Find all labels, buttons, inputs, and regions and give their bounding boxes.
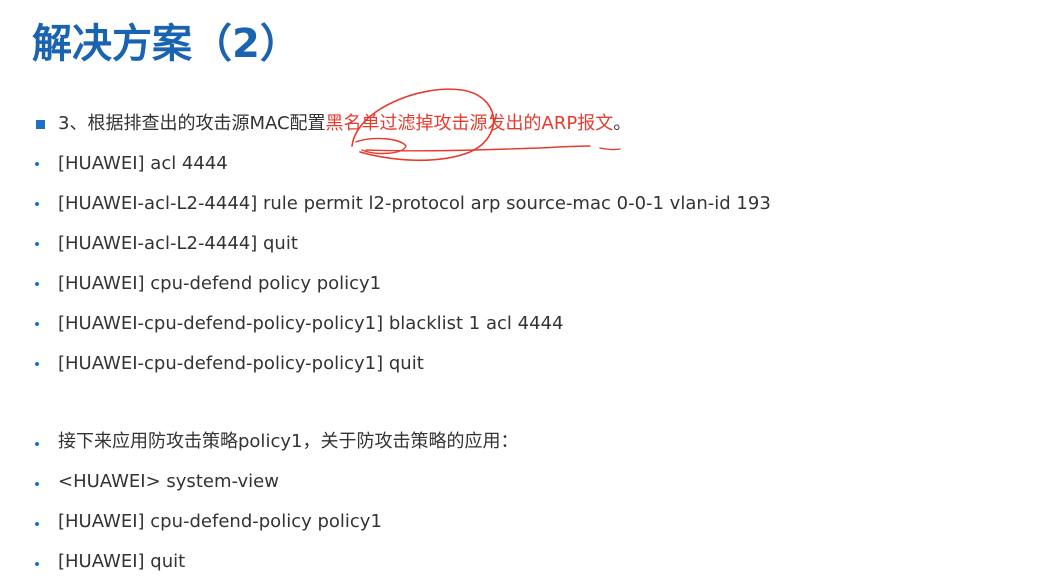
command-line: [HUAWEI] acl 4444 xyxy=(58,153,228,174)
slide: 解决方案（2） 3、根据排查出的攻击源MAC配置黑名单过滤掉攻击源发出的ARP报… xyxy=(0,0,1042,583)
step-3-line: 3、根据排查出的攻击源MAC配置黑名单过滤掉攻击源发出的ARP报文。 xyxy=(58,112,631,136)
bullet-dot-icon xyxy=(35,562,39,566)
bullet-dot-icon xyxy=(35,482,39,486)
command-line: [HUAWEI-cpu-defend-policy-policy1] black… xyxy=(58,313,564,334)
bullet-dot-icon xyxy=(35,322,39,326)
bullet-dot-icon xyxy=(35,242,39,246)
command-line: [HUAWEI-acl-L2-4444] quit xyxy=(58,233,298,254)
bullet-dot-icon xyxy=(35,442,39,446)
bullet-dot-icon xyxy=(35,522,39,526)
square-bullet-icon xyxy=(36,120,45,129)
bullet-dot-icon xyxy=(35,162,39,166)
bullet-dot-icon xyxy=(35,202,39,206)
apply-heading: 接下来应用防攻击策略policy1，关于防攻击策略的应用： xyxy=(58,431,519,452)
step-3-suffix: 。 xyxy=(613,113,632,134)
step-3-highlight: 黑名单过滤掉攻击源发出的ARP报文 xyxy=(325,113,614,134)
page-title: 解决方案（2） xyxy=(32,21,300,67)
command-line: [HUAWEI-cpu-defend-policy-policy1] quit xyxy=(58,353,424,374)
command-line: [HUAWEI-acl-L2-4444] rule permit l2-prot… xyxy=(58,193,771,214)
bullet-dot-icon xyxy=(35,282,39,286)
command-line: [HUAWEI] quit xyxy=(58,551,186,572)
command-line: [HUAWEI] cpu-defend policy policy1 xyxy=(58,273,382,294)
step-3-prefix: 3、根据排查出的攻击源MAC配置 xyxy=(58,113,326,134)
command-line: [HUAWEI] cpu-defend-policy policy1 xyxy=(58,511,382,532)
command-line: <HUAWEI> system-view xyxy=(58,471,279,492)
bullet-dot-icon xyxy=(35,362,39,366)
